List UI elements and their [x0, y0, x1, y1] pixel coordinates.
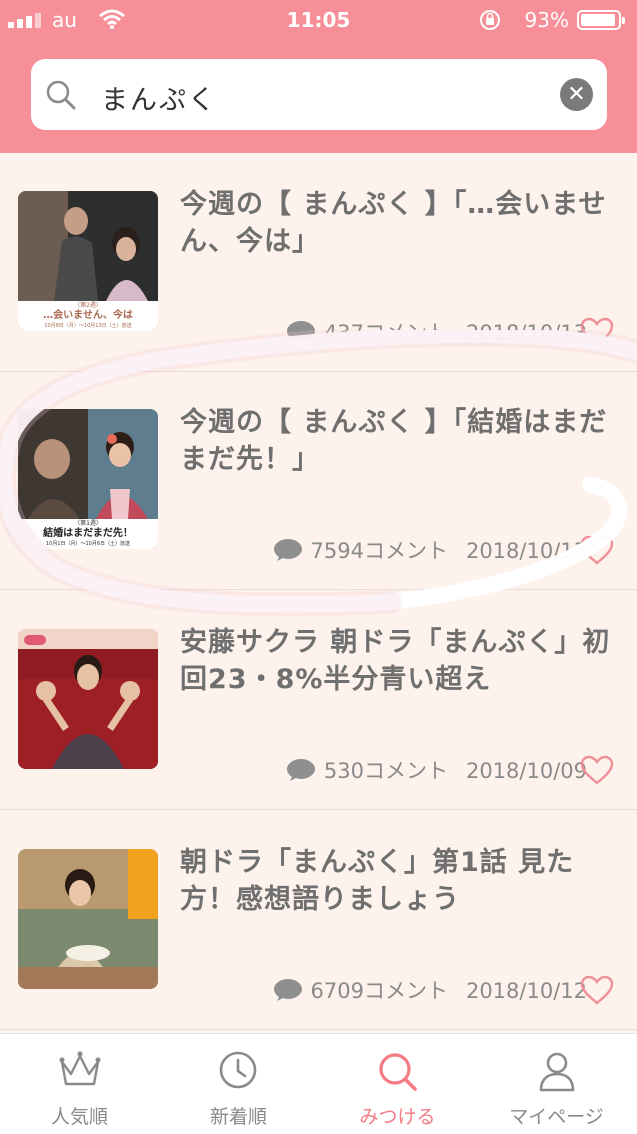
- article-thumbnail: [18, 629, 158, 769]
- article-meta: 7594コメント 2018/10/13: [273, 535, 587, 565]
- tab-label: みつける: [359, 1106, 436, 1128]
- header: au 11:05 93% まんぷく ✕: [0, 0, 637, 153]
- article-date: 2018/10/09: [465, 759, 587, 783]
- tab-bar: 人気順 新着順 みつける マイページ: [0, 1033, 637, 1134]
- tab-mypage[interactable]: マイページ: [477, 1034, 636, 1134]
- rotation-lock-icon: [480, 10, 500, 30]
- heart-icon[interactable]: [580, 755, 614, 785]
- heart-icon[interactable]: [580, 317, 614, 347]
- heart-icon[interactable]: [580, 975, 614, 1005]
- article-thumbnail: [18, 849, 158, 989]
- thumbnail-caption: 結婚はまだまだ先！: [43, 526, 133, 539]
- article-date: 2018/10/12: [465, 979, 587, 1003]
- comment-icon: [286, 321, 315, 343]
- tab-newest[interactable]: 新着順: [159, 1034, 318, 1134]
- list-item[interactable]: 朝ドラ「まんぷく」第1話 見た方！感想語りましょう 6709コメント 2018/1…: [0, 811, 637, 1030]
- article-thumbnail: 〈第1週〉 結婚はまだまだ先！ 10月1日（月）〜10月6日（土）放送: [18, 409, 158, 549]
- svg-text:10月1日（月）〜10月6日（土）放送: 10月1日（月）〜10月6日（土）放送: [46, 540, 130, 547]
- article-date: 2018/10/13: [465, 539, 587, 563]
- search-icon: [379, 1053, 417, 1091]
- comment-icon: [286, 759, 315, 781]
- list-item[interactable]: 安藤サクラ 朝ドラ「まんぷく」初回23・8%半分青い超え 530コメント 2018…: [0, 591, 637, 810]
- tab-label: マイページ: [509, 1106, 604, 1128]
- article-thumbnail: 〈第2週〉 …会いません、今は 10月8日（月）〜10月13日（土）放送: [18, 191, 158, 331]
- list-item[interactable]: 〈第2週〉 …会いません、今は 10月8日（月）〜10月13日（土）放送 今週の…: [0, 153, 637, 372]
- article-meta: 6709コメント 2018/10/12: [273, 975, 587, 1005]
- tab-discover[interactable]: みつける: [318, 1034, 477, 1134]
- clock-icon: [219, 1051, 257, 1089]
- thumbnail-caption: …会いません、今は: [43, 308, 133, 321]
- heart-icon[interactable]: [580, 535, 614, 565]
- comment-count: 6709コメント: [310, 979, 448, 1003]
- search-query[interactable]: まんぷく: [101, 78, 217, 117]
- comment-count: 437コメント: [323, 321, 448, 345]
- article-meta: 530コメント 2018/10/09: [286, 755, 587, 785]
- article-title[interactable]: 朝ドラ「まんぷく」第1話 見た方！感想語りましょう: [180, 844, 620, 918]
- article-title[interactable]: 今週の【 まんぷく 】「…会いません、今は」: [180, 186, 620, 260]
- battery-icon: [577, 10, 625, 30]
- tab-ranking[interactable]: 人気順: [0, 1034, 159, 1134]
- search-icon: [46, 80, 76, 110]
- article-date: 2018/10/13: [465, 321, 587, 345]
- person-icon: [539, 1052, 575, 1092]
- comment-count: 530コメント: [323, 759, 448, 783]
- battery-percent: 93%: [524, 8, 569, 32]
- article-title[interactable]: 今週の【 まんぷく 】「結婚はまだまだ先！」: [180, 404, 620, 478]
- status-bar: au 11:05 93%: [0, 0, 637, 40]
- article-meta: 437コメント 2018/10/13: [286, 317, 587, 347]
- comment-icon: [273, 979, 302, 1001]
- article-title[interactable]: 安藤サクラ 朝ドラ「まんぷく」初回23・8%半分青い超え: [180, 624, 620, 698]
- svg-text:〈第1週〉: 〈第1週〉: [74, 519, 102, 527]
- tab-label: 新着順: [209, 1106, 267, 1128]
- list-item[interactable]: 〈第1週〉 結婚はまだまだ先！ 10月1日（月）〜10月6日（土）放送 今週の【…: [0, 371, 637, 590]
- tab-label: 人気順: [50, 1106, 108, 1128]
- svg-text:〈第2週〉: 〈第2週〉: [74, 301, 102, 309]
- clear-search-button[interactable]: ✕: [560, 78, 593, 111]
- crown-icon: [59, 1051, 101, 1086]
- search-input[interactable]: まんぷく ✕: [31, 59, 607, 130]
- svg-text:10月8日（月）〜10月13日（土）放送: 10月8日（月）〜10月13日（土）放送: [44, 322, 131, 329]
- comment-icon: [273, 539, 302, 561]
- comment-count: 7594コメント: [310, 539, 448, 563]
